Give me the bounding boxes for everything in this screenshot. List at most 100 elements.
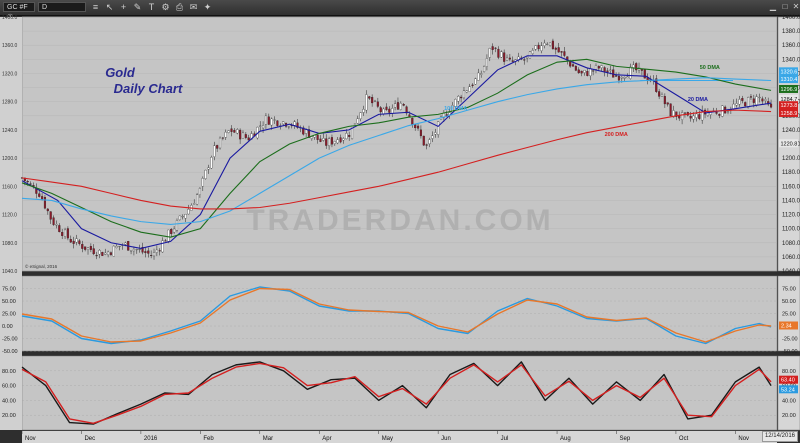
- candle-body: [732, 103, 735, 109]
- candle-body: [485, 58, 488, 67]
- price-value-tag-label: 1258.9: [781, 111, 798, 117]
- candle-body: [339, 137, 342, 143]
- candle-body: [537, 44, 540, 50]
- candle-body: [118, 246, 121, 247]
- candle-body: [660, 94, 664, 97]
- candle-body: [98, 250, 101, 255]
- price-tick-label: 1040.0: [782, 269, 800, 275]
- x-axis-label: Nov: [738, 436, 749, 442]
- candle-body: [49, 211, 52, 220]
- candle-body: [437, 121, 440, 135]
- candle-body: [761, 98, 764, 102]
- osc1-tick-label: 50.00: [782, 299, 796, 305]
- candle-body: [221, 137, 224, 139]
- candle-body: [609, 69, 612, 71]
- candle-body: [107, 251, 110, 256]
- candle-body: [310, 136, 313, 139]
- candle-body: [276, 120, 279, 126]
- price-tick-label: 1060.0: [782, 255, 800, 261]
- candle-body: [741, 98, 744, 101]
- candle-body: [574, 66, 577, 71]
- candle-body: [600, 65, 603, 68]
- candle-body: [348, 135, 351, 137]
- candle-body: [669, 103, 672, 117]
- chart-title-line2: Daily Chart: [114, 81, 183, 96]
- osc2-left-tick-label: 20.00: [2, 413, 16, 419]
- candle-body: [480, 73, 483, 75]
- candle-body: [293, 121, 296, 126]
- candle-body: [735, 103, 738, 106]
- candle-body: [681, 112, 684, 120]
- osc1-tick-label: -25.00: [782, 337, 798, 343]
- candle-body: [104, 252, 107, 255]
- dma20-label: 20 DMA: [688, 97, 708, 103]
- candle-body: [597, 66, 600, 69]
- osc1-tick-label: 25.00: [782, 312, 796, 318]
- candle-body: [198, 188, 201, 195]
- x-axis-label: Dec: [84, 436, 95, 442]
- x-axis-label: Jun: [441, 436, 451, 442]
- candle-body: [175, 220, 179, 231]
- left-price-tick-label: 1200.0: [2, 156, 18, 162]
- dma50-label: 50 DMA: [700, 65, 720, 71]
- candle-body: [218, 137, 222, 149]
- candle-body: [462, 90, 466, 99]
- x-axis-label: Aug: [560, 436, 571, 442]
- candle-body: [425, 144, 428, 146]
- osc1-tick-label: 75.00: [782, 287, 796, 293]
- candle-body: [606, 70, 609, 73]
- candle-body: [187, 209, 190, 215]
- osc1-tick-label: -50.00: [782, 349, 798, 355]
- candle-body: [577, 69, 580, 74]
- candle-body: [388, 108, 391, 113]
- price-value-tag-label: 1296.9: [781, 87, 798, 93]
- candle-body: [270, 118, 273, 126]
- candle-body: [580, 70, 583, 74]
- price-tick-label: 1160.0: [782, 184, 800, 190]
- candle-body: [571, 64, 575, 67]
- candle-body: [505, 57, 509, 61]
- candle-body: [491, 46, 494, 50]
- osc1-left-tick-label: -50.00: [2, 349, 18, 355]
- candle-body: [239, 129, 242, 140]
- candle-body: [132, 248, 135, 252]
- candle-body: [620, 77, 623, 79]
- x-axis-strip: [22, 431, 777, 443]
- candle-body: [330, 137, 334, 145]
- x-axis-label: Oct: [679, 436, 689, 442]
- gold-chart-svg: 1400.01380.01360.01340.01320.01300.01280…: [0, 15, 800, 443]
- x-axis-label: Apr: [322, 436, 331, 442]
- candle-body: [230, 128, 233, 132]
- candle-body: [758, 96, 761, 99]
- candle-body: [460, 96, 463, 99]
- left-price-tick-label: 1040.0: [2, 269, 18, 275]
- price-tick-label: 1140.0: [782, 198, 800, 204]
- price-value-tag-label: 1273.8: [781, 103, 798, 109]
- osc1-left-tick-label: 50.00: [2, 299, 16, 305]
- candle-body: [224, 131, 227, 138]
- osc2-left-tick-label: 60.00: [2, 384, 16, 390]
- left-price-tick-label: 1080.0: [2, 241, 18, 247]
- candle-body: [508, 57, 511, 60]
- candle-body: [623, 77, 626, 79]
- candle-body: [583, 69, 586, 73]
- candle-body: [494, 47, 497, 49]
- candle-body: [46, 208, 49, 212]
- osc2-left-tick-label: 80.00: [2, 369, 16, 375]
- osc1-left-tick-label: -25.00: [2, 337, 18, 343]
- x-axis-label: Nov: [25, 436, 36, 442]
- left-price-tick-label: 1120.0: [2, 213, 17, 219]
- candle-body: [184, 214, 187, 219]
- left-price-tick-label: 1280.0: [2, 100, 18, 106]
- candle-body: [144, 251, 147, 254]
- left-price-tick-label: 1320.0: [2, 71, 18, 77]
- candle-body: [534, 45, 537, 50]
- candle-body: [738, 99, 741, 105]
- candle-body: [158, 250, 161, 252]
- candle-body: [353, 123, 356, 125]
- candle-body: [259, 125, 262, 127]
- candle-body: [747, 97, 750, 108]
- candle-body: [241, 132, 245, 139]
- candle-body: [345, 133, 348, 140]
- candle-body: [262, 125, 265, 129]
